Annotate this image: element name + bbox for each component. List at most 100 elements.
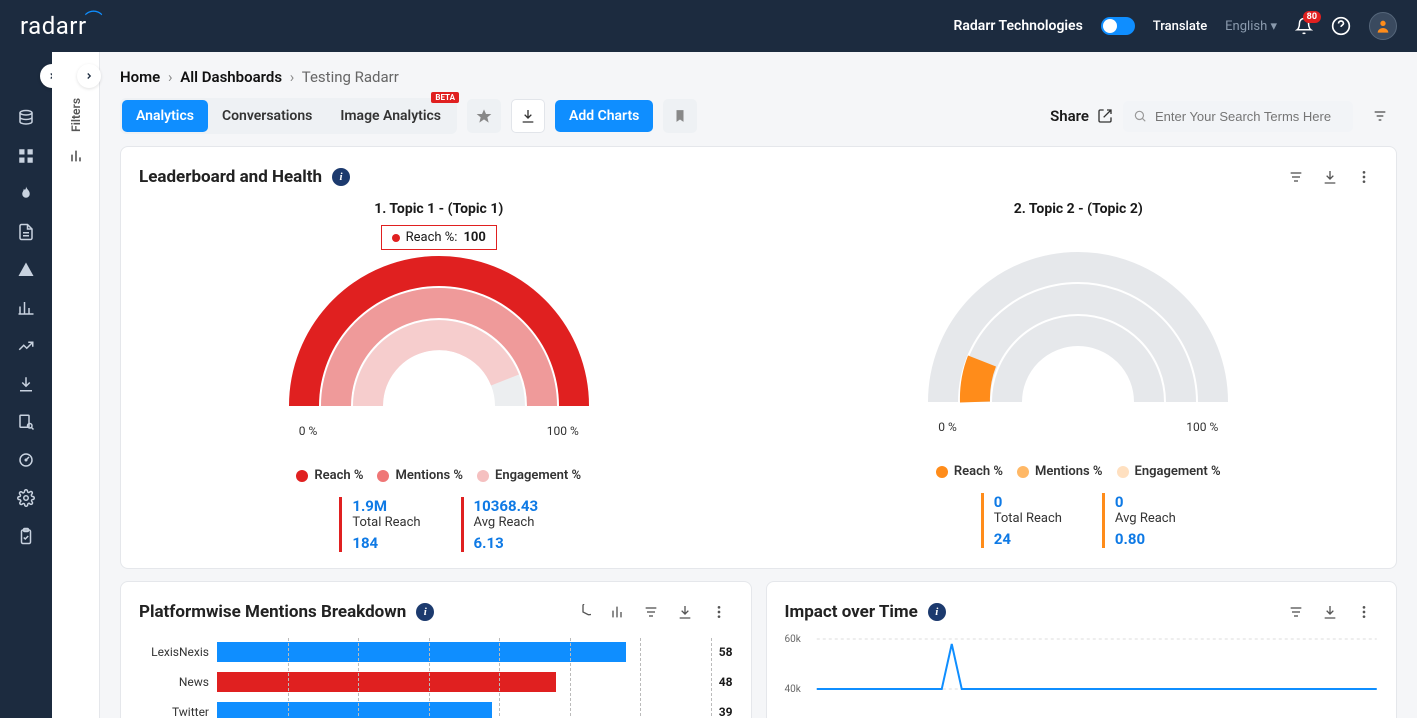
impact-line xyxy=(815,634,1379,718)
brand-logo[interactable]: radarr⌒ xyxy=(20,12,105,40)
gauge-1-min: 0 % xyxy=(299,424,318,438)
hbar-value: 39 xyxy=(719,705,733,718)
bookmark-button[interactable] xyxy=(663,99,697,133)
tab-image-analytics-label: Image Analytics xyxy=(340,108,441,124)
card-menu-button[interactable] xyxy=(705,598,733,626)
nav-insights[interactable] xyxy=(16,298,36,318)
clipboard-icon xyxy=(17,527,35,545)
nav-dashboards[interactable] xyxy=(16,146,36,166)
search-box[interactable] xyxy=(1123,101,1353,132)
card-download-button[interactable] xyxy=(671,598,699,626)
legend-engagement[interactable]: Engagement % xyxy=(477,468,581,483)
org-name[interactable]: Radarr Technologies xyxy=(954,18,1083,34)
hbar-row: News 48 xyxy=(139,672,733,692)
chart-type-pie-button[interactable] xyxy=(569,598,597,626)
card-sort-button[interactable] xyxy=(1282,598,1310,626)
tab-image-analytics[interactable]: Image Analytics BETA xyxy=(326,100,455,132)
nav-rail xyxy=(0,52,52,718)
translate-label: Translate xyxy=(1153,19,1207,34)
notifications-button[interactable]: 80 xyxy=(1295,17,1313,35)
filters-panel: Filters xyxy=(52,52,100,718)
nav-library[interactable] xyxy=(16,412,36,432)
info-icon[interactable]: i xyxy=(416,603,434,621)
nav-download[interactable] xyxy=(16,374,36,394)
gauge-topic-1: 1. Topic 1 - (Topic 1) Reach %: 100 xyxy=(139,201,739,552)
flame-icon xyxy=(17,185,35,203)
share-button[interactable]: Share xyxy=(1050,107,1113,125)
search-input[interactable] xyxy=(1155,109,1343,124)
chart-type-bar-button[interactable] xyxy=(603,598,631,626)
nav-data[interactable] xyxy=(16,108,36,128)
legend-engagement-2[interactable]: Engagement % xyxy=(1117,464,1221,479)
hbar-label: News xyxy=(139,675,209,689)
gauge-2-min: 0 % xyxy=(938,420,957,434)
impact-y60: 60k xyxy=(785,634,801,645)
search-icon xyxy=(1133,109,1147,123)
gauge-1-title: 1. Topic 1 - (Topic 1) xyxy=(374,201,503,217)
leaderboard-title: Leaderboard and Health xyxy=(139,167,322,187)
top-bar: radarr⌒ Radarr Technologies Translate En… xyxy=(0,0,1417,52)
sort-icon xyxy=(643,604,659,620)
filter-icon xyxy=(1372,108,1388,124)
legend-reach-2[interactable]: Reach % xyxy=(936,464,1003,479)
card-menu-button[interactable] xyxy=(1350,163,1378,191)
user-icon xyxy=(1375,18,1391,34)
impact-card: Impact over Time i 60k 40k xyxy=(766,581,1398,718)
hbar-track xyxy=(217,702,711,718)
hbar-row: LexisNexis58 xyxy=(139,642,733,662)
tab-conversations[interactable]: Conversations xyxy=(208,100,326,132)
help-button[interactable] xyxy=(1331,16,1351,36)
info-icon[interactable]: i xyxy=(332,168,350,186)
database-icon xyxy=(17,109,35,127)
card-download-button[interactable] xyxy=(1316,163,1344,191)
nav-docs[interactable] xyxy=(16,222,36,242)
translate-toggle[interactable] xyxy=(1101,17,1135,35)
breadcrumb-home[interactable]: Home xyxy=(120,68,160,86)
breadcrumb-all-dashboards[interactable]: All Dashboards xyxy=(180,68,282,86)
nav-clipboard[interactable] xyxy=(16,526,36,546)
bar-icon xyxy=(609,604,625,620)
platformwise-chart: LexisNexis58News48Twitter39 xyxy=(139,642,733,718)
nav-trends[interactable] xyxy=(16,336,36,356)
tab-analytics[interactable]: Analytics xyxy=(122,100,208,132)
sort-icon xyxy=(1288,169,1304,185)
card-sort-button[interactable] xyxy=(1282,163,1310,191)
filters-chart-button[interactable] xyxy=(68,148,84,164)
add-charts-button[interactable]: Add Charts xyxy=(555,100,653,132)
export-button[interactable] xyxy=(511,99,545,133)
filters-expand-button[interactable] xyxy=(77,64,101,88)
hbar-value: 48 xyxy=(719,675,733,689)
nav-trending[interactable] xyxy=(16,184,36,204)
card-menu-button[interactable] xyxy=(1350,598,1378,626)
nav-settings[interactable] xyxy=(16,488,36,508)
impact-title: Impact over Time xyxy=(785,602,918,622)
breadcrumb: Home › All Dashboards › Testing Radarr xyxy=(120,68,1397,86)
grid-icon xyxy=(17,147,35,165)
legend-mentions[interactable]: Mentions % xyxy=(377,468,463,483)
card-sort-button[interactable] xyxy=(637,598,665,626)
nav-performance[interactable] xyxy=(16,450,36,470)
book-search-icon xyxy=(17,413,35,431)
gauge-2-title: 2. Topic 2 - (Topic 2) xyxy=(1014,201,1143,217)
leaderboard-card: Leaderboard and Health i 1. Topic 1 - (T… xyxy=(120,146,1397,569)
breadcrumb-current: Testing Radarr xyxy=(302,68,399,86)
favorite-button[interactable] xyxy=(467,99,501,133)
pie-icon xyxy=(575,604,591,620)
stat-total-reach-1: 1.9M Total Reach 184 xyxy=(339,497,420,552)
filters-label: Filters xyxy=(69,98,83,132)
kebab-icon xyxy=(711,604,727,620)
tooltip-label: Reach %: xyxy=(406,230,458,245)
avatar[interactable] xyxy=(1369,12,1397,40)
nav-alerts[interactable] xyxy=(16,260,36,280)
info-icon[interactable]: i xyxy=(928,603,946,621)
filter-button[interactable] xyxy=(1363,99,1397,133)
download-icon xyxy=(1322,169,1338,185)
legend-reach[interactable]: Reach % xyxy=(296,468,363,483)
tooltip-dot xyxy=(392,234,400,242)
language-select[interactable]: English ▾ xyxy=(1225,19,1277,34)
kebab-icon xyxy=(1356,604,1372,620)
card-download-button[interactable] xyxy=(1316,598,1344,626)
legend-mentions-2[interactable]: Mentions % xyxy=(1017,464,1103,479)
gauge-icon xyxy=(17,451,35,469)
star-icon xyxy=(476,108,492,124)
